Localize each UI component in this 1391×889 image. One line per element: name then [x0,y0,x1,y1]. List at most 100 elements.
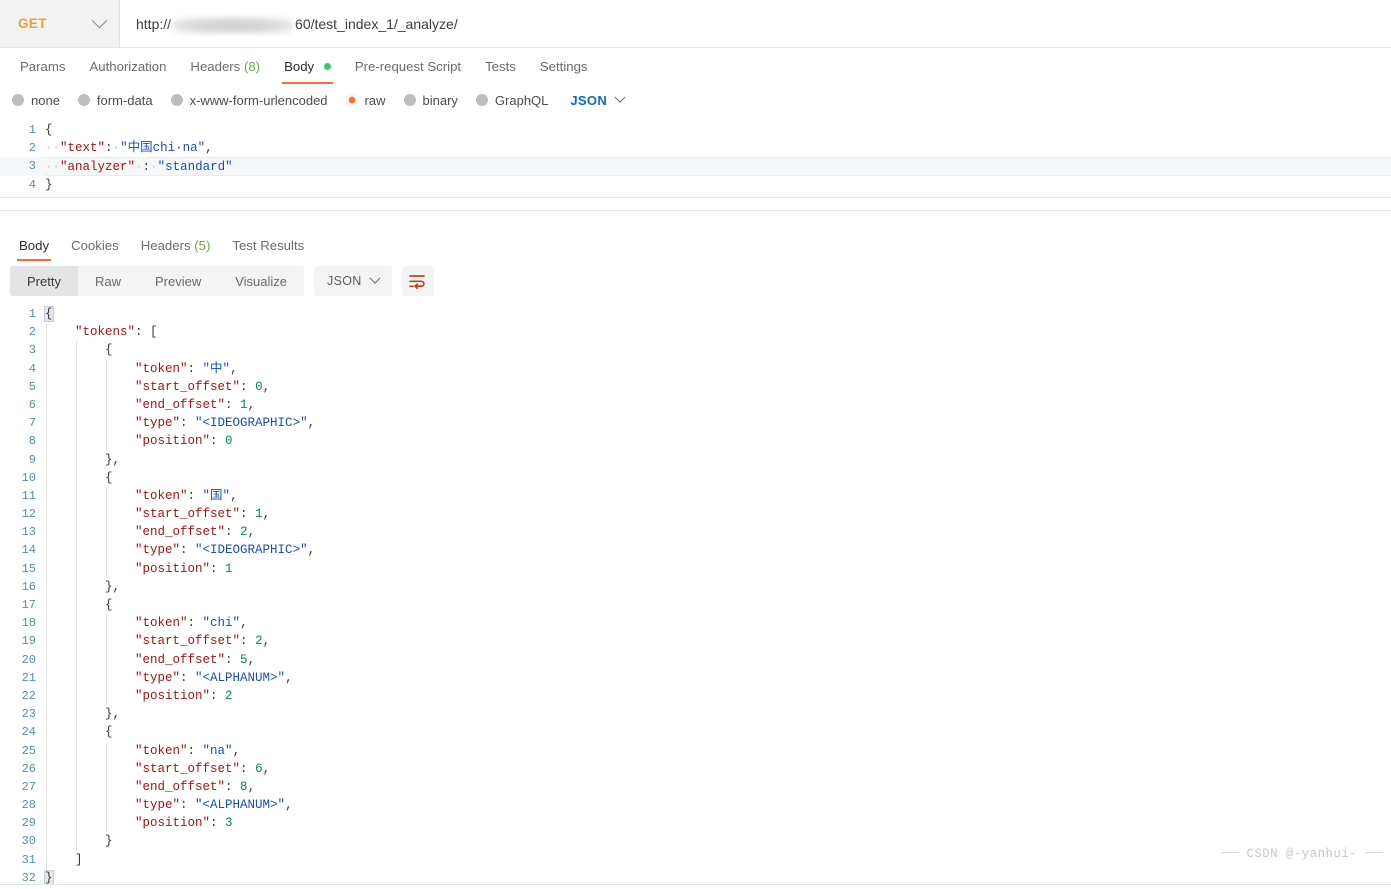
response-tab-headers-label: Headers [140,238,191,253]
view-mode-raw[interactable]: Raw [78,266,138,296]
tab-tests[interactable]: Tests [473,59,528,84]
url-redacted-blur [172,16,295,34]
code-token: "<IDEOGRAPHIC>" [195,416,308,431]
code-text: "token": "中", [45,360,1391,378]
code-line: 3 ··"analyzer"·:·"standard" [0,157,1391,176]
code-token: 1 [255,507,263,522]
body-type-graphql[interactable]: GraphQL [475,93,548,108]
response-format-label: JSON [327,274,362,288]
response-tab-test-results[interactable]: Test Results [221,238,315,261]
code-token: , [262,634,271,649]
line-number: 24 [21,725,36,740]
response-tabs: Body Cookies Headers (5) Test Results [0,227,1391,261]
code-text: "end_offset": 1, [45,396,1391,414]
body-type-form-data-label: form-data [96,92,153,108]
code-token: "end_offset" [135,525,226,540]
code-text: "position": 0 [45,432,1391,450]
code-token: "end_offset" [135,779,226,794]
code-token: , [247,779,256,794]
line-number: 1 [28,123,36,137]
response-format-select[interactable]: JSON [314,266,392,296]
code-token: : [240,634,256,649]
body-type-binary[interactable]: binary [403,93,458,108]
code-token: , [205,141,213,156]
code-token: ] [45,852,83,867]
code-token: · [150,160,158,175]
code-token: , [285,798,293,813]
code-text: } [45,832,1391,850]
code-line: 11 "token": "国", [0,487,1391,505]
code-token: : [225,525,241,540]
request-url-bar: GET http:// 60/test_index_1/_analyze/ [0,0,1391,48]
response-tab-headers[interactable]: Headers (5) [130,238,222,261]
code-text: { [45,121,1391,139]
view-mode-preview-label: Preview [154,273,202,289]
line-number: 18 [21,616,36,631]
body-type-raw[interactable]: raw [345,93,386,108]
code-token: "position" [135,561,211,576]
wrap-lines-button[interactable] [401,266,434,296]
line-number: 20 [21,652,36,667]
code-token: , [262,507,271,522]
line-number: 19 [21,634,36,649]
line-number: 28 [21,798,36,813]
tab-body[interactable]: Body [272,59,343,84]
body-type-form-data[interactable]: form-data [77,92,153,108]
code-text: { [45,341,1391,359]
view-mode-visualize-label: Visualize [235,273,288,289]
line-number: 26 [21,761,36,776]
line-number: 31 [21,852,36,867]
watermark-text: CSDN @-yanhui- [1246,846,1358,861]
tab-pre-request-script[interactable]: Pre-request Script [343,59,473,84]
response-tab-body[interactable]: Body [8,238,60,261]
code-line: 30 } [0,832,1391,850]
response-body-editor[interactable]: 1{2 "tokens": [3 {4 "token": "中", 5 "star… [0,301,1391,885]
url-input[interactable]: http:// 60/test_index_1/_analyze/ [120,0,1391,47]
code-text: "position": 1 [45,560,1391,578]
line-number: 13 [21,525,36,540]
code-token: "position" [135,434,211,449]
code-text: }, [45,451,1391,469]
tab-authorization[interactable]: Authorization [77,59,178,84]
code-line: 31 ] [0,851,1391,869]
code-token: "type" [135,798,181,813]
line-number: 23 [21,707,36,722]
body-language-select[interactable]: JSON [570,91,626,108]
watermark-rule-left [1220,851,1239,853]
code-line: 1{ [0,305,1391,323]
code-token: : [105,141,113,156]
tab-authorization-label: Authorization [89,59,167,74]
line-number: 11 [21,488,36,503]
code-token: { [45,598,113,612]
code-token: "standard" [157,160,233,175]
code-text: "token": "国", [45,487,1391,505]
http-method-select[interactable]: GET [0,0,120,47]
view-mode-preview[interactable]: Preview [138,266,218,296]
request-tabs: Params Authorization Headers (8) Body Pr… [0,48,1391,84]
body-type-none[interactable]: none [12,93,60,108]
tab-tests-label: Tests [485,59,516,74]
code-token: "<ALPHANUM>" [195,798,286,813]
view-mode-visualize[interactable]: Visualize [218,266,304,296]
tab-params[interactable]: Params [8,59,77,84]
body-type-urlencoded[interactable]: x-www-form-urlencoded [170,93,328,108]
code-token: 2 [255,634,263,649]
response-tab-cookies[interactable]: Cookies [60,238,130,261]
view-mode-pretty[interactable]: Pretty [10,266,78,296]
code-text: "tokens": [ [45,323,1391,341]
code-token: , [247,525,256,540]
code-line: 10 { [0,469,1391,487]
line-number: 25 [21,743,36,758]
tab-headers[interactable]: Headers (8) [178,59,272,84]
tab-pre-request-script-label: Pre-request Script [354,59,462,74]
code-token: "<IDEOGRAPHIC>" [195,543,308,558]
request-body-editor[interactable]: 1{2 ··"text":·"中国chi·na", 3 ··"analyzer"·:·… [0,116,1391,198]
tab-settings[interactable]: Settings [528,59,600,84]
body-type-radio-group: none form-data x-www-form-urlencoded raw… [0,84,1391,116]
